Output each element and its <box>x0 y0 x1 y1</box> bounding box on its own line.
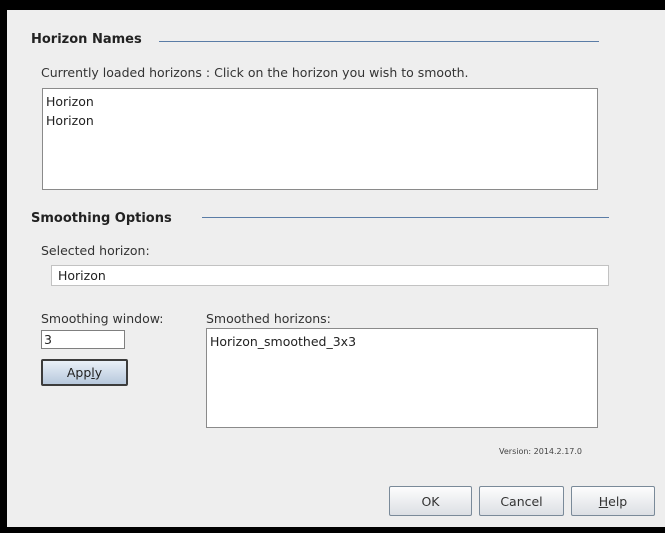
smoothing-options-heading: Smoothing Options <box>31 211 172 226</box>
version-text: Version: 2014.2.17.0 <box>499 447 583 456</box>
ok-button[interactable]: OK <box>389 486 472 516</box>
horizon-names-divider <box>159 41 599 42</box>
selected-horizon-label: Selected horizon: <box>41 243 150 258</box>
smoothed-horizon-item[interactable]: Horizon_smoothed_3x3 <box>210 332 594 351</box>
selected-horizon-field: Horizon <box>51 265 609 286</box>
apply-label-end: y <box>94 365 103 380</box>
loaded-horizons-instruction: Currently loaded horizons : Click on the… <box>41 65 469 80</box>
loaded-horizon-item[interactable]: Horizon <box>46 111 594 130</box>
help-button[interactable]: Help <box>571 486 655 516</box>
smooth-horizon-dialog: Horizon Names Currently loaded horizons … <box>7 10 665 527</box>
help-label-rest: elp <box>608 493 628 509</box>
help-label-mnemonic: H <box>598 493 609 509</box>
smoothing-window-input[interactable] <box>41 330 125 349</box>
loaded-horizon-item[interactable]: Horizon <box>46 92 594 111</box>
apply-button[interactable]: Apply <box>41 359 128 386</box>
apply-label-start: App <box>66 365 92 380</box>
smoothing-options-divider <box>202 217 609 218</box>
loaded-horizons-list[interactable]: Horizon Horizon <box>42 88 598 190</box>
smoothed-horizons-label: Smoothed horizons: <box>206 311 331 326</box>
smoothing-window-label: Smoothing window: <box>41 311 164 326</box>
horizon-names-heading: Horizon Names <box>31 32 142 47</box>
smoothed-horizons-list[interactable]: Horizon_smoothed_3x3 <box>206 328 598 428</box>
cancel-button[interactable]: Cancel <box>479 486 564 516</box>
